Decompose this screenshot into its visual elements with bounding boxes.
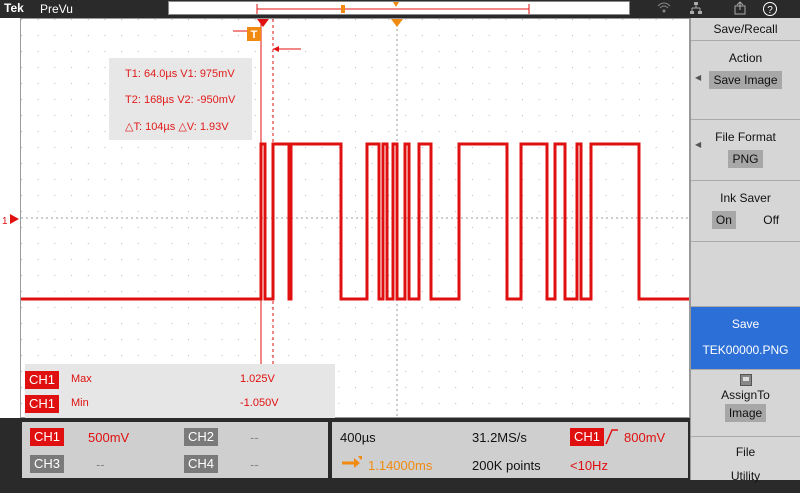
- help-icon[interactable]: ?: [762, 1, 778, 17]
- measurement-channel: CH1: [25, 371, 60, 389]
- trigger-level[interactable]: 800mV: [624, 430, 665, 445]
- ch1-button[interactable]: CH1: [30, 428, 65, 446]
- acquisition-mode: PreVu: [40, 2, 73, 16]
- save-icon: [739, 374, 752, 386]
- horizontal-trigger-panel: 400µs 31.2MS/s CH1 800mV 1.14000ms 200K …: [332, 422, 688, 478]
- save-filename: TEK00000.PNG: [702, 343, 789, 357]
- delay-arrow-icon: [342, 456, 362, 468]
- ch4-scale: --: [250, 457, 259, 472]
- file-format-label: File Format: [715, 130, 776, 144]
- action-value: Save Image: [709, 71, 782, 89]
- sample-rate: 31.2MS/s: [472, 430, 527, 445]
- chevron-left-icon: ◀: [695, 73, 702, 82]
- measurement-value: 1.025V: [240, 373, 275, 385]
- assign-to-label: AssignTo: [721, 388, 770, 402]
- channel-marker-strip: 1: [0, 18, 20, 418]
- rising-edge-icon: [605, 429, 618, 445]
- ink-saver-label: Ink Saver: [720, 191, 771, 205]
- record-view-graphic: [256, 2, 530, 14]
- trigger-marker-label: T: [251, 29, 258, 41]
- ink-saver-off[interactable]: Off: [763, 213, 779, 227]
- action-label: Action: [728, 51, 763, 65]
- measurement-row: CH1 Min -1.050V: [25, 395, 279, 413]
- action-menu-item[interactable]: ◀ Action Save Image: [691, 41, 800, 120]
- cursor-t1-readout: T1: 64.0µs V1: 975mV: [125, 68, 235, 80]
- chevron-left-icon: ◀: [695, 140, 702, 149]
- horizontal-delay[interactable]: 1.14000ms: [368, 458, 432, 473]
- measurement-name: Min: [71, 397, 89, 409]
- ch3-button[interactable]: CH3: [30, 455, 65, 473]
- ink-saver-on[interactable]: On: [711, 211, 736, 229]
- wifi-icon[interactable]: [656, 1, 672, 17]
- ch4-button[interactable]: CH4: [184, 455, 219, 473]
- utility-label: Utility: [730, 469, 761, 483]
- ch1-scale: 500mV: [88, 430, 130, 445]
- export-icon[interactable]: [732, 1, 748, 17]
- top-bar: Tek PreVu ?: [0, 0, 800, 18]
- network-icon[interactable]: [688, 1, 704, 17]
- trigger-source[interactable]: CH1: [570, 428, 605, 446]
- measurement-value: -1.050V: [240, 397, 279, 409]
- save-recall-menu: Save/Recall ◀ Action Save Image ◀ File F…: [690, 18, 800, 483]
- empty-menu-slot: [691, 242, 800, 307]
- file-label: File: [735, 445, 756, 459]
- ch1-ground-marker: [10, 214, 19, 224]
- status-bar: CH1 500mV CH2 -- CH3 -- CH4 -- 400µs 31.…: [20, 420, 690, 480]
- ch3-scale: --: [96, 457, 105, 472]
- ch2-button[interactable]: CH2: [184, 428, 219, 446]
- record-length: 200K points: [472, 458, 541, 473]
- file-utility-menu-item[interactable]: File Utility: [691, 437, 800, 493]
- assign-to-menu-item[interactable]: AssignTo Image: [691, 374, 800, 437]
- ink-saver-menu-item[interactable]: Ink Saver On Off: [691, 181, 800, 242]
- timebase-scale[interactable]: 400µs: [340, 430, 376, 445]
- channel-settings-panel: CH1 500mV CH2 -- CH3 -- CH4 --: [22, 422, 328, 478]
- cursor-t2-readout: T2: 168µs V2: -950mV: [125, 94, 236, 106]
- measurements-panel: CH1 Max 1.025V CH1 Min -1.050V: [25, 364, 335, 418]
- trigger-frequency: <10Hz: [570, 458, 608, 473]
- save-button[interactable]: Save TEK00000.PNG: [691, 307, 800, 370]
- menu-title: Save/Recall: [691, 18, 800, 41]
- cursor-readout: T1: 64.0µs V1: 975mV T2: 168µs V2: -950m…: [109, 58, 252, 140]
- measurement-name: Max: [71, 373, 92, 385]
- help-icon-glyph: ?: [767, 5, 773, 16]
- measurement-channel: CH1: [25, 395, 60, 413]
- assign-to-value: Image: [724, 404, 767, 422]
- cursor-delta-readout: △T: 104µs △V: 1.93V: [125, 121, 229, 133]
- ch1-marker-label: 1: [2, 216, 8, 227]
- record-view-bar[interactable]: [168, 1, 630, 15]
- measurement-row: CH1 Max 1.025V: [25, 371, 275, 389]
- ch2-scale: --: [250, 430, 259, 445]
- brand-logo: Tek: [4, 1, 24, 15]
- file-format-menu-item[interactable]: ◀ File Format PNG: [691, 120, 800, 181]
- file-format-value: PNG: [728, 150, 763, 168]
- save-label: Save: [731, 317, 760, 331]
